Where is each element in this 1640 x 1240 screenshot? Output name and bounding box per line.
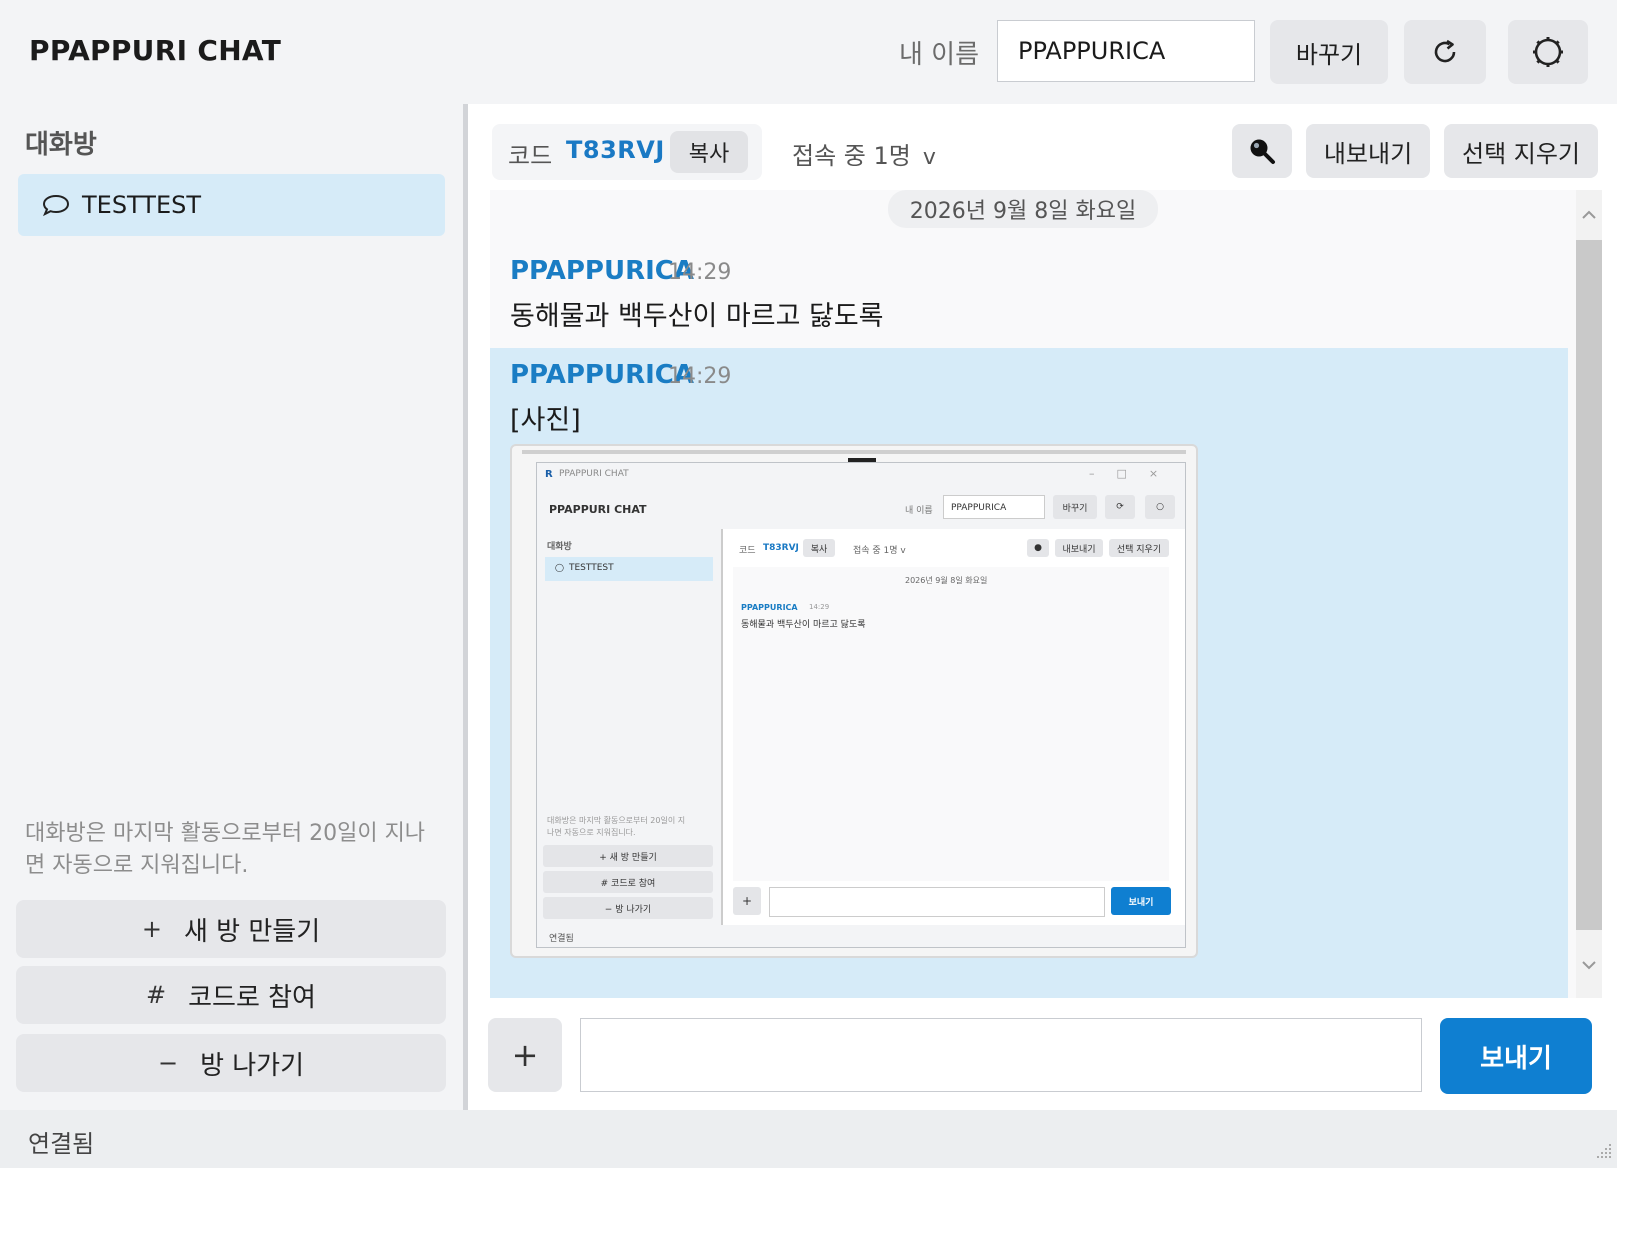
room-item-testtest[interactable]: TESTTEST xyxy=(18,174,445,236)
new-room-button[interactable]: + 새 방 만들기 xyxy=(16,900,446,958)
photo-msg-text: 동해물과 백두산이 마르고 닳도록 xyxy=(741,620,866,630)
chat-scrollbar[interactable] xyxy=(1576,190,1602,998)
message-input[interactable] xyxy=(580,1018,1422,1092)
chat-bubble-icon xyxy=(42,193,70,217)
search-button[interactable] xyxy=(1232,124,1292,178)
photo-code-value: T83RVJ xyxy=(763,543,799,553)
sidebar: 대화방 TESTTEST 대화방은 마지막 활동으로부터 20일이 지나면 자동… xyxy=(0,104,463,1110)
photo-name-label: 내 이름 xyxy=(905,506,933,516)
photo-sidebar-heading: 대화방 xyxy=(547,542,572,552)
photo-logo-icon: R xyxy=(545,469,553,480)
photo-send-button: 보내기 xyxy=(1111,887,1171,915)
photo-note-line1: 대화방은 마지막 활동으로부터 20일이 지 xyxy=(547,816,686,825)
message-text: [사진] xyxy=(510,405,581,436)
photo-clear-button: 선택 지우기 xyxy=(1109,539,1169,557)
online-count-text: 접속 중 1명 xyxy=(792,142,911,170)
attach-button[interactable]: + xyxy=(488,1018,562,1092)
join-by-code-label: 코드로 참여 xyxy=(188,982,316,1013)
message-item-selected[interactable]: PPAPPURICA 14:29 [사진] PPAPPURI CHAT R –□… xyxy=(490,348,1568,998)
photo-msg-time: 14:29 xyxy=(809,603,830,611)
photo-search-icon: ● xyxy=(1027,539,1049,557)
photo-window-title: PPAPPURI CHAT xyxy=(559,469,629,479)
photo-attach-button: + xyxy=(733,887,761,915)
scroll-thumb[interactable] xyxy=(1576,240,1602,930)
photo-online-text: 접속 중 1명 v xyxy=(853,546,906,556)
send-button[interactable]: 보내기 xyxy=(1440,1018,1592,1094)
attached-photo[interactable]: PPAPPURI CHAT R –□× PPAPPURI CHAT 내 이름 P… xyxy=(510,444,1198,958)
plus-icon: + xyxy=(141,915,162,943)
photo-code-label: 코드 xyxy=(739,546,756,556)
photo-name-value: PPAPPURICA xyxy=(951,503,1007,513)
date-divider: 2026년 9월 8일 화요일 xyxy=(888,190,1158,228)
change-name-button[interactable]: 바꾸기 xyxy=(1270,20,1388,84)
photo-mini-window: PPAPPURI CHAT R –□× PPAPPURI CHAT 내 이름 P… xyxy=(536,462,1186,948)
message-author: PPAPPURICA xyxy=(510,360,694,390)
auto-delete-note: 대화방은 마지막 활동으로부터 20일이 지나면 자동으로 지워집니다. xyxy=(25,821,426,878)
photo-app-title: PPAPPURI CHAT xyxy=(549,503,647,516)
name-input[interactable] xyxy=(997,20,1255,82)
copy-code-button[interactable]: 복사 xyxy=(670,131,748,173)
gear-icon xyxy=(1531,35,1565,69)
hash-icon: # xyxy=(146,981,167,1009)
photo-leave-room: − 방 나가기 xyxy=(543,897,713,919)
header: PPAPPURI CHAT 내 이름 바꾸기 xyxy=(0,0,1617,104)
chat-panel: 코드 T83RVJ 복사 접속 중 1명 v 내보내기 선택 지우기 2026년 … xyxy=(468,104,1617,1110)
leave-room-button[interactable]: − 방 나가기 xyxy=(16,1034,446,1092)
photo-date-divider: 2026년 9월 8일 화요일 xyxy=(905,576,988,585)
new-room-label: 새 방 만들기 xyxy=(183,916,321,947)
clear-selection-button[interactable]: 선택 지우기 xyxy=(1444,124,1598,178)
photo-copy-button: 복사 xyxy=(803,539,835,557)
message-author: PPAPPURICA xyxy=(510,256,694,286)
photo-top-bar xyxy=(522,450,1186,454)
room-code-chip: 코드 T83RVJ 복사 xyxy=(492,124,762,180)
refresh-button[interactable] xyxy=(1404,20,1486,84)
photo-gear-icon: ○ xyxy=(1145,495,1175,519)
code-label: 코드 xyxy=(508,142,553,170)
connection-status: 연결됨 xyxy=(28,1130,95,1158)
room-code-value: T83RVJ xyxy=(566,136,665,164)
photo-change-button: 바꾸기 xyxy=(1053,495,1097,519)
leave-room-label: 방 나가기 xyxy=(200,1050,305,1081)
app-window: PPAPPURI CHAT 내 이름 바꾸기 xyxy=(0,0,1617,1168)
export-button[interactable]: 내보내기 xyxy=(1306,124,1430,178)
message-time: 14:29 xyxy=(668,260,732,285)
online-count-dropdown[interactable]: 접속 중 1명 v xyxy=(792,136,936,171)
photo-room-label: TESTTEST xyxy=(569,563,614,573)
photo-chat-bubble-icon: ◯ xyxy=(555,563,564,572)
message-list[interactable]: 2026년 9월 8일 화요일 PPAPPURICA 14:29 동해물과 백두… xyxy=(490,190,1602,998)
photo-message-list xyxy=(733,567,1169,881)
join-by-code-button[interactable]: # 코드로 참여 xyxy=(16,966,446,1024)
message-time: 14:29 xyxy=(668,364,732,389)
chevron-down-icon: v xyxy=(922,145,936,170)
room-label: TESTTEST xyxy=(82,191,202,219)
photo-msg-author: PPAPPURICA xyxy=(741,603,798,612)
sidebar-heading: 대화방 xyxy=(25,130,97,160)
status-bar: 연결됨 xyxy=(0,1110,1617,1168)
settings-button[interactable] xyxy=(1508,20,1588,84)
photo-status-text: 연결됨 xyxy=(549,934,574,944)
name-label: 내 이름 xyxy=(899,40,980,70)
message-text: 동해물과 백두산이 마르고 닳도록 xyxy=(510,301,884,332)
search-icon xyxy=(1247,136,1277,166)
resize-grip-icon[interactable] xyxy=(1591,1138,1613,1164)
photo-join-code: # 코드로 참여 xyxy=(543,871,713,893)
message-item[interactable]: PPAPPURICA 14:29 동해물과 백두산이 마르고 닳도록 xyxy=(490,246,1568,354)
scroll-down-icon[interactable] xyxy=(1576,940,1602,990)
photo-export-button: 내보내기 xyxy=(1055,539,1103,557)
photo-note-line2: 나면 자동으로 지워집니다. xyxy=(547,828,636,837)
app-title: PPAPPURI CHAT xyxy=(29,34,282,67)
photo-new-room: + 새 방 만들기 xyxy=(543,845,713,867)
photo-refresh-icon: ⟳ xyxy=(1105,495,1135,519)
photo-message-input xyxy=(769,887,1105,917)
scroll-up-icon[interactable] xyxy=(1576,190,1602,240)
minus-icon: − xyxy=(157,1049,179,1077)
photo-window-controls: –□× xyxy=(1089,467,1181,480)
refresh-icon xyxy=(1430,37,1460,67)
